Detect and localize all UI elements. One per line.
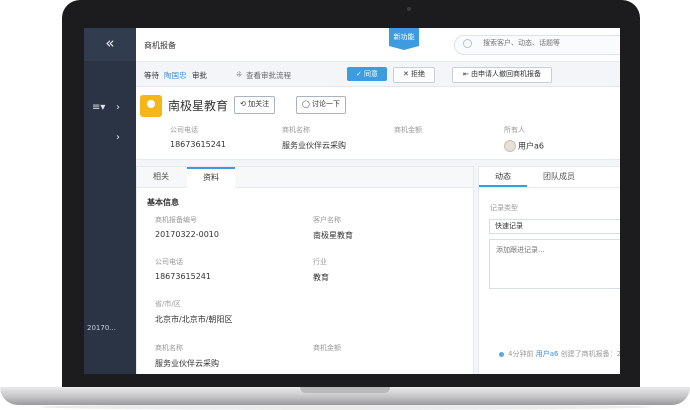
sidebar-expand-icon[interactable]: › xyxy=(116,102,120,113)
field-label: 商机报备编号 xyxy=(155,216,197,224)
field-label: 商机名称 xyxy=(282,126,310,134)
field-label: 省/市/区 xyxy=(155,300,181,308)
check-icon: ✓ xyxy=(355,70,365,78)
field-label: 公司电话 xyxy=(155,258,183,266)
note-box[interactable] xyxy=(489,239,620,289)
agree-label: 同意 xyxy=(364,70,379,78)
withdraw-button[interactable]: ⇤ 由申请人撤回商机报备 xyxy=(452,67,552,83)
timeline-time: 4分钟前 xyxy=(508,350,534,358)
approval-action-text: 审批 xyxy=(192,71,207,80)
search-input[interactable] xyxy=(481,38,620,48)
field-value: 18673615241 xyxy=(170,140,226,149)
laptop-notch xyxy=(300,387,390,393)
timeline-user[interactable]: 用户a6 xyxy=(536,350,559,358)
search-box[interactable] xyxy=(454,35,620,55)
discuss-button[interactable]: ◯ 讨论一下 xyxy=(296,96,347,114)
new-feature-badge[interactable]: 新功能 xyxy=(389,28,419,50)
field-value: 南极星教育 xyxy=(313,231,353,240)
record-type-select[interactable]: 快速记录 xyxy=(489,219,620,234)
timeline-dot xyxy=(499,351,504,357)
timeline-item: 4分钟前 用户a6 创建了商机报备：20 xyxy=(499,349,620,359)
field-label: 商机名称 xyxy=(155,344,183,352)
field-value: 教育 xyxy=(313,273,329,282)
approver-link[interactable]: 陶国忠 xyxy=(164,70,187,81)
field-label: 所有人 xyxy=(504,126,525,134)
reject-button[interactable]: ✕ 拒绝 xyxy=(393,67,435,83)
company-logo xyxy=(140,95,162,117)
withdraw-icon: ⇤ xyxy=(462,70,472,78)
topbar: 商机报备 新功能 xyxy=(136,28,620,62)
field-value: 服务业伙伴云采购 xyxy=(282,141,346,150)
field-value: 北京市/北京市/朝阳区 xyxy=(155,315,233,324)
field-label: 行业 xyxy=(313,258,327,266)
sidebar: « ≡▾ › › 20170... xyxy=(84,28,136,374)
field-value: 18673615241 xyxy=(155,272,211,281)
field-value: 20170322-0010 xyxy=(155,230,219,239)
reject-label: 拒绝 xyxy=(411,70,426,78)
field-value: 服务业伙伴云采购 xyxy=(155,359,219,368)
field-label: 公司电话 xyxy=(170,126,198,134)
main-area: 商机报备 新功能 等待 陶国忠 审批 ⁜ 查看审批流程 ✓ 同意 ✕ 拒绝 ⇤ … xyxy=(136,28,620,374)
breadcrumb[interactable]: 商机报备 xyxy=(144,40,176,51)
approval-bar: 等待 陶国忠 审批 ⁜ 查看审批流程 ✓ 同意 ✕ 拒绝 ⇤ 由申请人撤回商机报… xyxy=(136,62,620,87)
app-screen: « ≡▾ › › 20170... 商机报备 新功能 等待 陶国忠 审批 ⁜ 查… xyxy=(84,28,620,374)
withdraw-label: 由申请人撤回商机报备 xyxy=(471,70,542,78)
detail-tabs: 相关 资料 xyxy=(137,167,473,188)
avatar xyxy=(504,140,516,152)
collapse-sidebar-icon[interactable]: « xyxy=(84,28,136,61)
close-icon: ✕ xyxy=(402,70,412,78)
search-icon xyxy=(463,39,472,48)
owner-name: 用户a6 xyxy=(518,141,544,151)
follow-icon: ⟲ xyxy=(240,100,249,108)
tab-profile[interactable]: 资料 xyxy=(187,167,235,188)
company-name: 南极星教育 xyxy=(168,99,229,113)
activity-panel: 动态 团队成员 记录类型 快速记录 4分钟前 用户a6 创建了商机报备：20 xyxy=(478,166,620,374)
tab-divider xyxy=(479,187,620,188)
view-flow-link[interactable]: 查看审批流程 xyxy=(246,70,291,81)
flow-icon: ⁜ xyxy=(236,70,243,79)
sidebar-menu-icon[interactable]: ≡▾ xyxy=(92,102,105,113)
agree-button[interactable]: ✓ 同意 xyxy=(347,67,387,81)
camera-icon xyxy=(407,7,411,11)
field-label: 商机金额 xyxy=(394,126,422,134)
sidebar-expand-icon[interactable]: › xyxy=(116,132,120,143)
detail-panel: 相关 资料 基本信息 商机报备编号 20170322-0010 客户名称 南极星… xyxy=(136,166,474,374)
follow-button[interactable]: ⟲ 加关注 xyxy=(234,96,276,114)
tab-related[interactable]: 相关 xyxy=(137,167,185,187)
owner-value[interactable]: 用户a6 xyxy=(504,140,544,152)
chat-icon: ◯ xyxy=(302,100,313,108)
approval-waiting-text: 等待 xyxy=(144,71,159,80)
sidebar-date: 20170... xyxy=(87,324,116,332)
record-type-label: 记录类型 xyxy=(490,204,518,212)
follow-label: 加关注 xyxy=(248,100,270,108)
field-label: 商机金额 xyxy=(313,344,341,352)
field-label: 客户名称 xyxy=(313,216,341,224)
company-header: 南极星教育 ⟲ 加关注 ◯ 讨论一下 公司电话 18673615241 商机名称… xyxy=(136,87,620,160)
discuss-label: 讨论一下 xyxy=(312,100,341,108)
note-input[interactable] xyxy=(494,243,620,287)
tab-activity[interactable]: 动态 xyxy=(479,167,527,187)
timeline-text: 创建了商机报备：20 xyxy=(560,350,620,358)
tab-team-members[interactable]: 团队成员 xyxy=(531,167,587,187)
section-title: 基本信息 xyxy=(147,198,179,207)
